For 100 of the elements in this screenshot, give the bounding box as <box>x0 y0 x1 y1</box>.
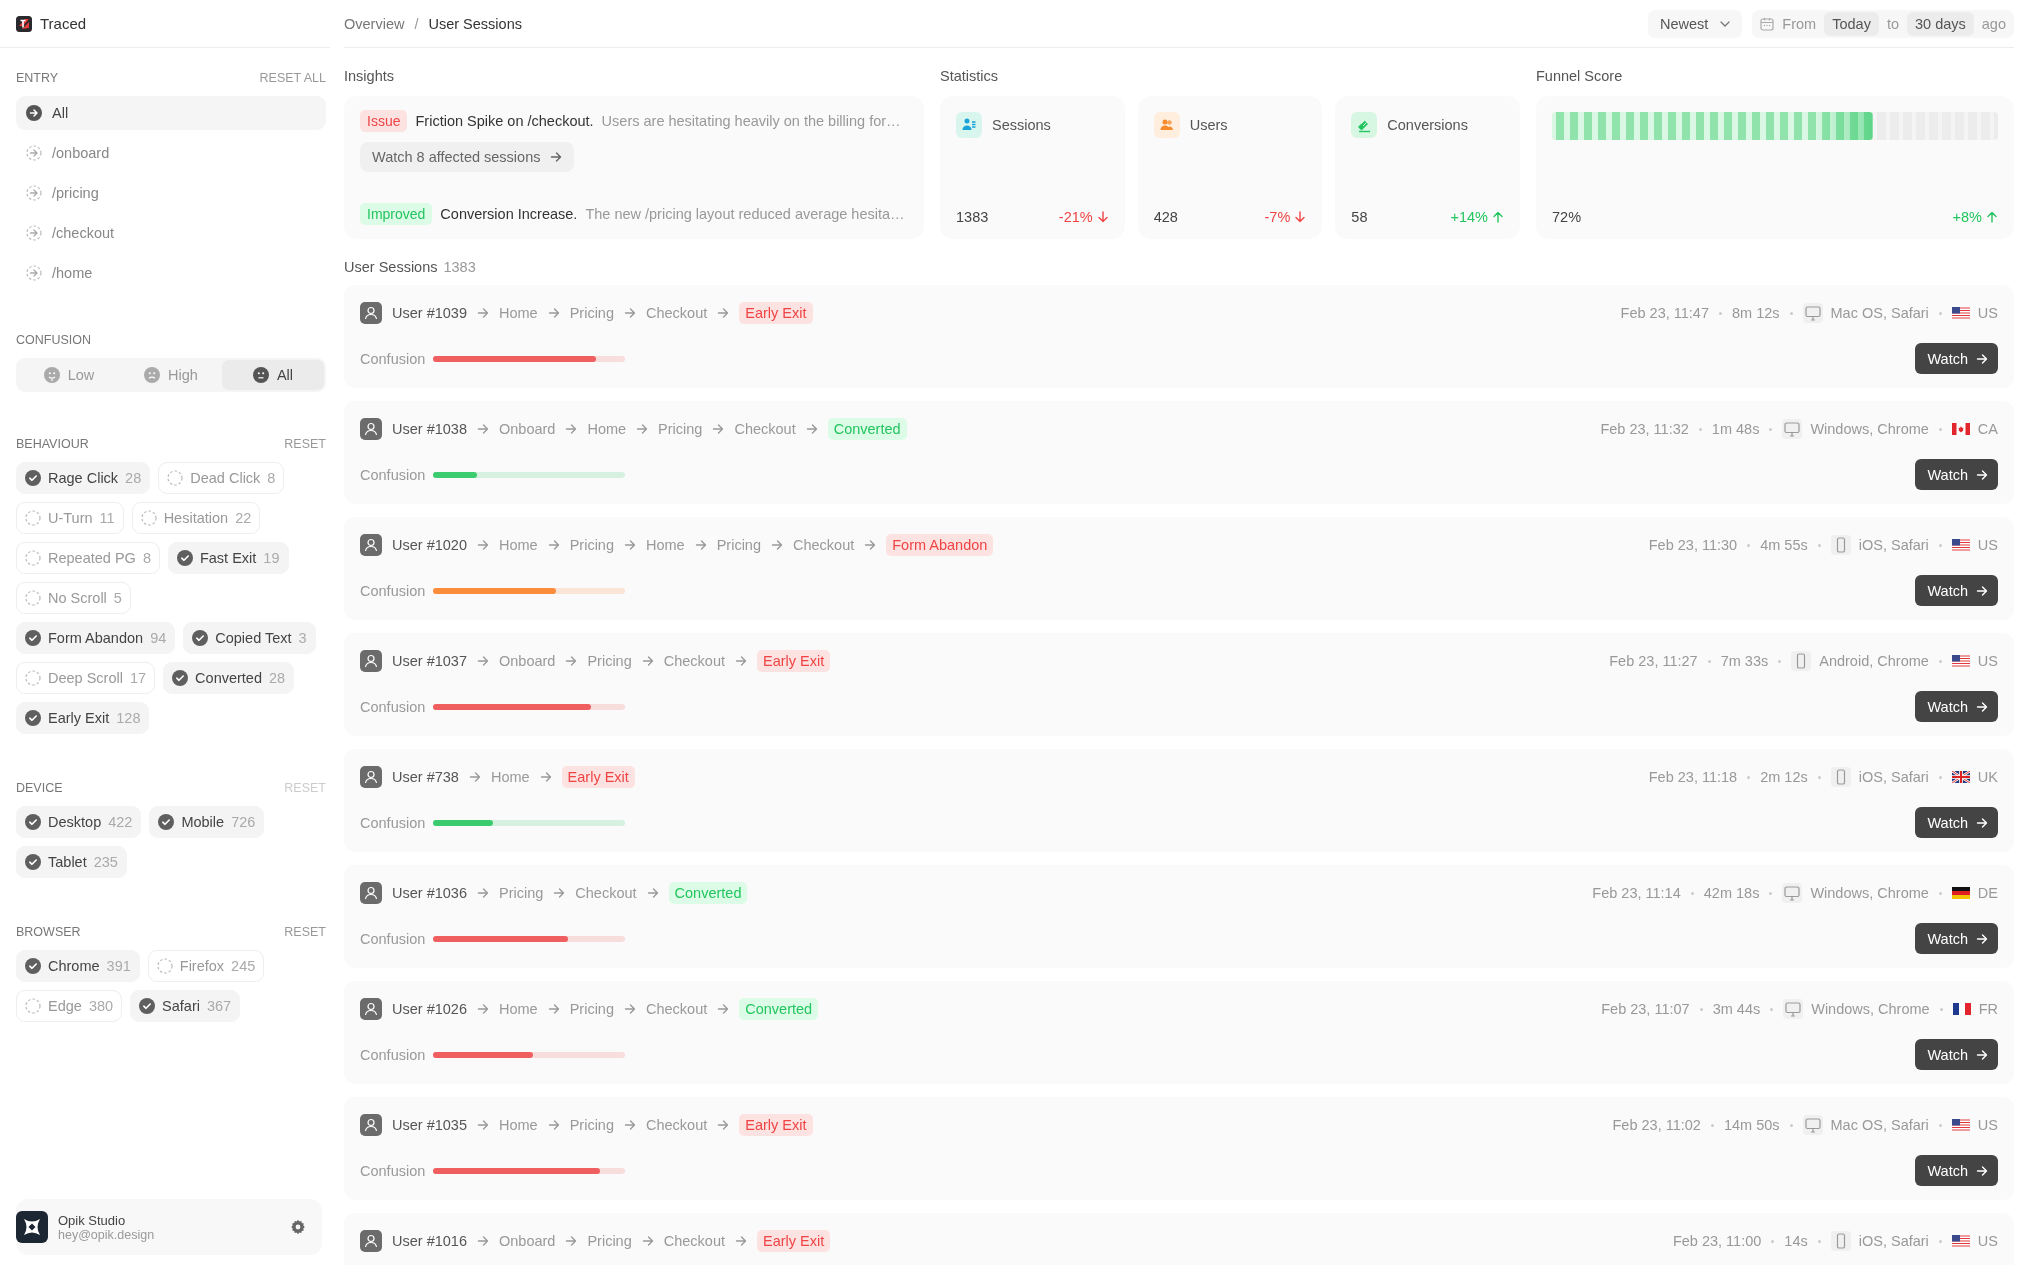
arrow-icon <box>1976 932 1988 945</box>
user-avatar-icon <box>360 302 382 324</box>
platform: iOS, Safari <box>1858 1233 1929 1249</box>
path-step: Pricing <box>658 421 703 437</box>
check-icon <box>25 854 41 870</box>
settings-icon <box>290 1219 306 1235</box>
arrow-circle-icon <box>26 105 42 121</box>
filter-chip[interactable]: Chrome 391 <box>16 950 140 982</box>
insight-text: Users are hesitating heavily on the billing for… <box>601 113 901 129</box>
path-step: Home <box>498 1001 538 1017</box>
arrow-icon <box>547 539 560 551</box>
date-to-button[interactable]: 30 days <box>1907 11 1974 36</box>
dashed-circle-icon <box>25 550 41 566</box>
filter-chip[interactable]: Form Abandon 94 <box>16 622 176 654</box>
session-time: Feb 23, 11:30 <box>1648 537 1738 553</box>
ticket-icon <box>1351 112 1378 138</box>
platform: Mac OS, Safari <box>1830 1117 1929 1133</box>
arrow-icon <box>771 539 783 551</box>
arrow-icon <box>712 423 725 435</box>
path-step: Checkout <box>793 537 855 553</box>
country: UK <box>1977 769 1998 785</box>
path-step: Pricing <box>569 1117 614 1133</box>
watch-button[interactable]: Watch <box>1915 691 1998 722</box>
arrow-icon <box>565 655 578 667</box>
arrow-icon <box>476 887 489 899</box>
settings-button[interactable] <box>290 1219 306 1235</box>
user-avatar-icon <box>360 650 382 672</box>
session-duration: 14s <box>1784 1233 1808 1249</box>
arrow-down-icon <box>1294 211 1307 223</box>
confusion-label: Confusion <box>360 1162 426 1179</box>
stat-value: 58 <box>1351 209 1368 225</box>
check-icon <box>25 470 41 486</box>
arrow-icon <box>1976 1164 1988 1177</box>
watch-button[interactable]: Watch <box>1915 807 1998 838</box>
check-icon <box>25 958 41 974</box>
confusion-label: Confusion <box>360 466 426 483</box>
face-icon <box>252 367 269 383</box>
section-title: User Sessions <box>344 259 438 275</box>
funnel-value: 72% <box>1552 209 1582 225</box>
path-step: Pricing <box>569 305 614 321</box>
arrow-circle-icon <box>26 145 42 161</box>
check-icon <box>25 814 41 830</box>
platform: Windows, Chrome <box>1810 885 1929 901</box>
user-avatar-icon <box>360 766 382 788</box>
confusion-option[interactable]: All <box>222 360 324 390</box>
user-name: User #738 <box>392 769 459 785</box>
outcome-badge: Early Exit <box>757 1230 831 1252</box>
watch-sessions-button[interactable]: Watch 8 affected sessions <box>360 142 575 172</box>
country: CA <box>1977 421 1998 437</box>
watch-button[interactable]: Watch <box>1915 459 1998 490</box>
users-icon <box>1153 112 1180 138</box>
arrow-icon <box>476 1119 489 1131</box>
filter-chip[interactable]: Converted 28 <box>163 662 295 694</box>
chevron-down-icon <box>1720 20 1731 27</box>
filter-chip[interactable]: Fast Exit 19 <box>167 542 289 574</box>
filter-chip[interactable]: Early Exit 128 <box>16 702 150 734</box>
watch-button[interactable]: Watch <box>1915 1155 1998 1186</box>
arrow-icon <box>624 1119 636 1131</box>
country: FR <box>1978 1001 1998 1017</box>
entry-item[interactable]: /checkout <box>16 216 326 250</box>
entry-item[interactable]: All <box>16 96 326 130</box>
watch-button[interactable]: Watch <box>1915 575 1998 606</box>
arrow-icon <box>624 1003 636 1015</box>
arrow-icon <box>547 307 560 319</box>
platform: iOS, Safari <box>1858 769 1929 785</box>
watch-button[interactable]: Watch <box>1915 1039 1998 1070</box>
filter-chip[interactable]: Rage Click 28 <box>16 462 151 494</box>
watch-button[interactable]: Watch <box>1915 343 1998 374</box>
face-icon <box>43 367 60 383</box>
path-step: Home <box>587 421 627 437</box>
section-title: BEHAVIOUR <box>16 437 89 451</box>
path-step: Home <box>498 537 538 553</box>
country: US <box>1977 1233 1998 1249</box>
arrow-icon <box>550 151 563 163</box>
arrow-icon <box>468 771 481 783</box>
breadcrumb-link[interactable]: Overview <box>344 15 405 32</box>
stat-value: 1383 <box>956 209 989 225</box>
entry-item[interactable]: /home <box>16 256 326 290</box>
session-duration: 8m 12s <box>1731 305 1780 321</box>
entry-item[interactable]: /pricing <box>16 176 326 210</box>
session-duration: 3m 44s <box>1712 1001 1761 1017</box>
confusion-label: Confusion <box>360 698 426 715</box>
path-step: Checkout <box>646 1001 708 1017</box>
issue-badge: Issue <box>360 110 408 132</box>
platform: Windows, Chrome <box>1810 421 1929 437</box>
entry-item[interactable]: /onboard <box>16 136 326 170</box>
sort-dropdown[interactable]: Newest <box>1648 9 1743 38</box>
section-title: DEVICE <box>16 781 63 795</box>
date-from-button[interactable]: Today <box>1824 11 1879 36</box>
arrow-icon <box>547 1119 560 1131</box>
account-name: Opik Studio <box>58 1212 127 1228</box>
session-time: Feb 23, 11:27 <box>1609 653 1698 669</box>
filter-chip[interactable]: Safari 367 <box>130 990 241 1022</box>
user-name: User #1038 <box>392 421 467 437</box>
arrow-icon <box>1976 468 1988 481</box>
filter-chip[interactable]: Copied Text 3 <box>183 622 316 654</box>
watch-button[interactable]: Watch <box>1915 923 1998 954</box>
arrow-icon <box>624 307 636 319</box>
improved-badge: Improved <box>360 203 433 225</box>
sessions-icon <box>956 112 982 138</box>
